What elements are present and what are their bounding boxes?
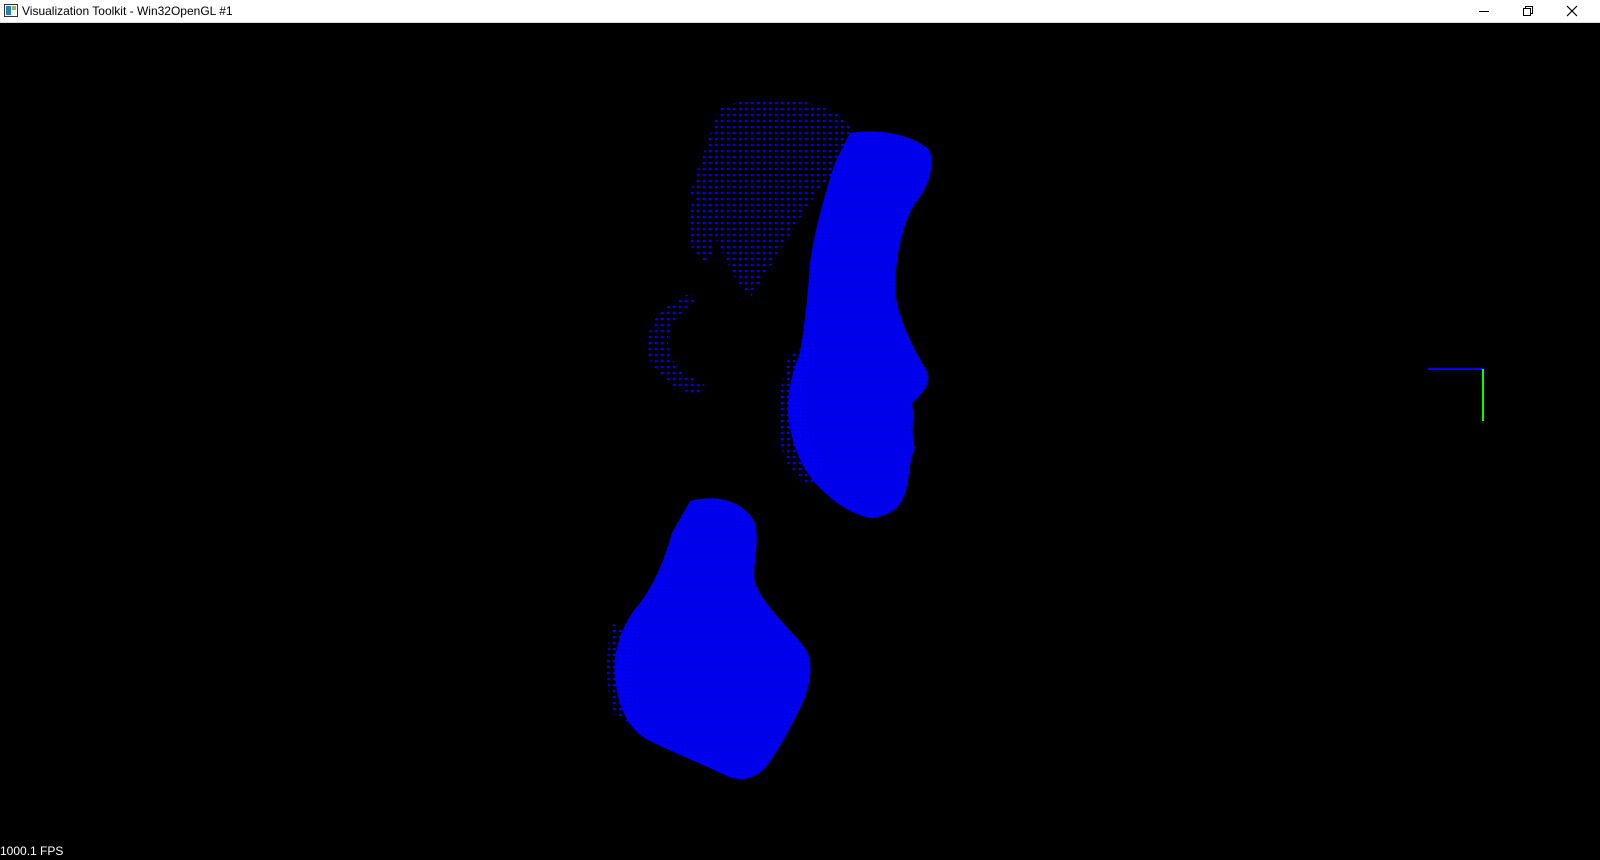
app-icon (4, 4, 18, 17)
close-button[interactable] (1550, 0, 1594, 22)
minimize-icon (1479, 11, 1489, 12)
restore-button[interactable] (1506, 0, 1550, 22)
restore-icon (1523, 6, 1533, 16)
minimize-button[interactable] (1462, 0, 1506, 22)
point-cloud-render (607, 98, 1484, 779)
title-bar[interactable]: Visualization Toolkit - Win32OpenGL #1 (0, 0, 1600, 23)
orientation-axes (1428, 368, 1484, 421)
hair-strands-left (647, 293, 705, 395)
window-title: Visualization Toolkit - Win32OpenGL #1 (22, 4, 233, 18)
render-viewport[interactable]: 1000.1 FPS (0, 23, 1600, 860)
fps-counter: 1000.1 FPS (0, 844, 64, 858)
shoulder-points (614, 498, 811, 779)
close-icon (1566, 5, 1578, 17)
